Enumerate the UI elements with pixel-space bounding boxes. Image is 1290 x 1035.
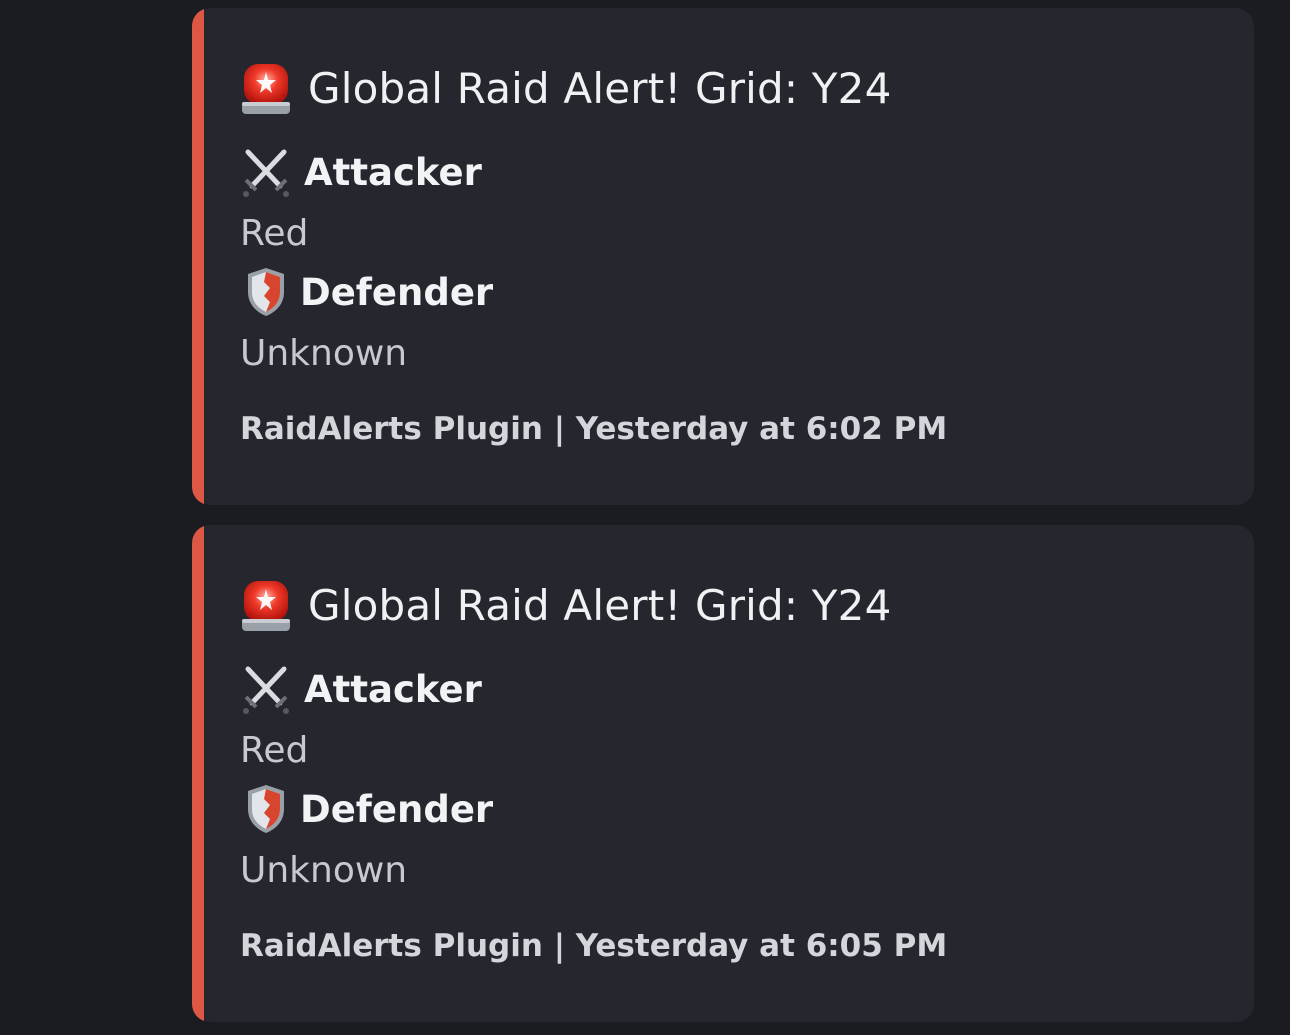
embed-title: Global Raid Alert! Grid: Y24 (308, 63, 892, 113)
defender-value: Unknown (240, 333, 408, 374)
attacker-label: Attacker (304, 150, 482, 194)
attacker-field: Attacker (240, 146, 482, 198)
embed-title: Global Raid Alert! Grid: Y24 (308, 580, 892, 630)
raid-alert-embed: Global Raid Alert! Grid: Y24 Attacker Re… (192, 8, 1254, 505)
raid-alert-embed: Global Raid Alert! Grid: Y24 Attacker Re… (192, 525, 1254, 1022)
attacker-value: Red (240, 730, 309, 771)
siren-icon (242, 581, 290, 631)
defender-label: Defender (300, 787, 494, 831)
chat-message-area: Global Raid Alert! Grid: Y24 Attacker Re… (0, 0, 1290, 1035)
attacker-label: Attacker (304, 667, 482, 711)
embed-accent-bar (192, 525, 204, 1022)
defender-field: Defender (240, 266, 493, 318)
siren-icon (242, 64, 290, 114)
embed-title-row: Global Raid Alert! Grid: Y24 (240, 58, 892, 118)
embed-footer: RaidAlerts Plugin | Yesterday at 6:05 PM (240, 928, 948, 964)
crossed-swords-icon (243, 149, 289, 197)
crossed-swords-icon (243, 666, 289, 714)
defender-field: Defender (240, 783, 493, 835)
attacker-value: Red (240, 213, 309, 254)
defender-label: Defender (300, 270, 494, 314)
shield-icon (248, 268, 284, 316)
attacker-field: Attacker (240, 663, 482, 715)
defender-value: Unknown (240, 850, 408, 891)
embed-title-row: Global Raid Alert! Grid: Y24 (240, 575, 892, 635)
embed-accent-bar (192, 8, 204, 505)
shield-icon (248, 785, 284, 833)
embed-footer: RaidAlerts Plugin | Yesterday at 6:02 PM (240, 411, 948, 447)
